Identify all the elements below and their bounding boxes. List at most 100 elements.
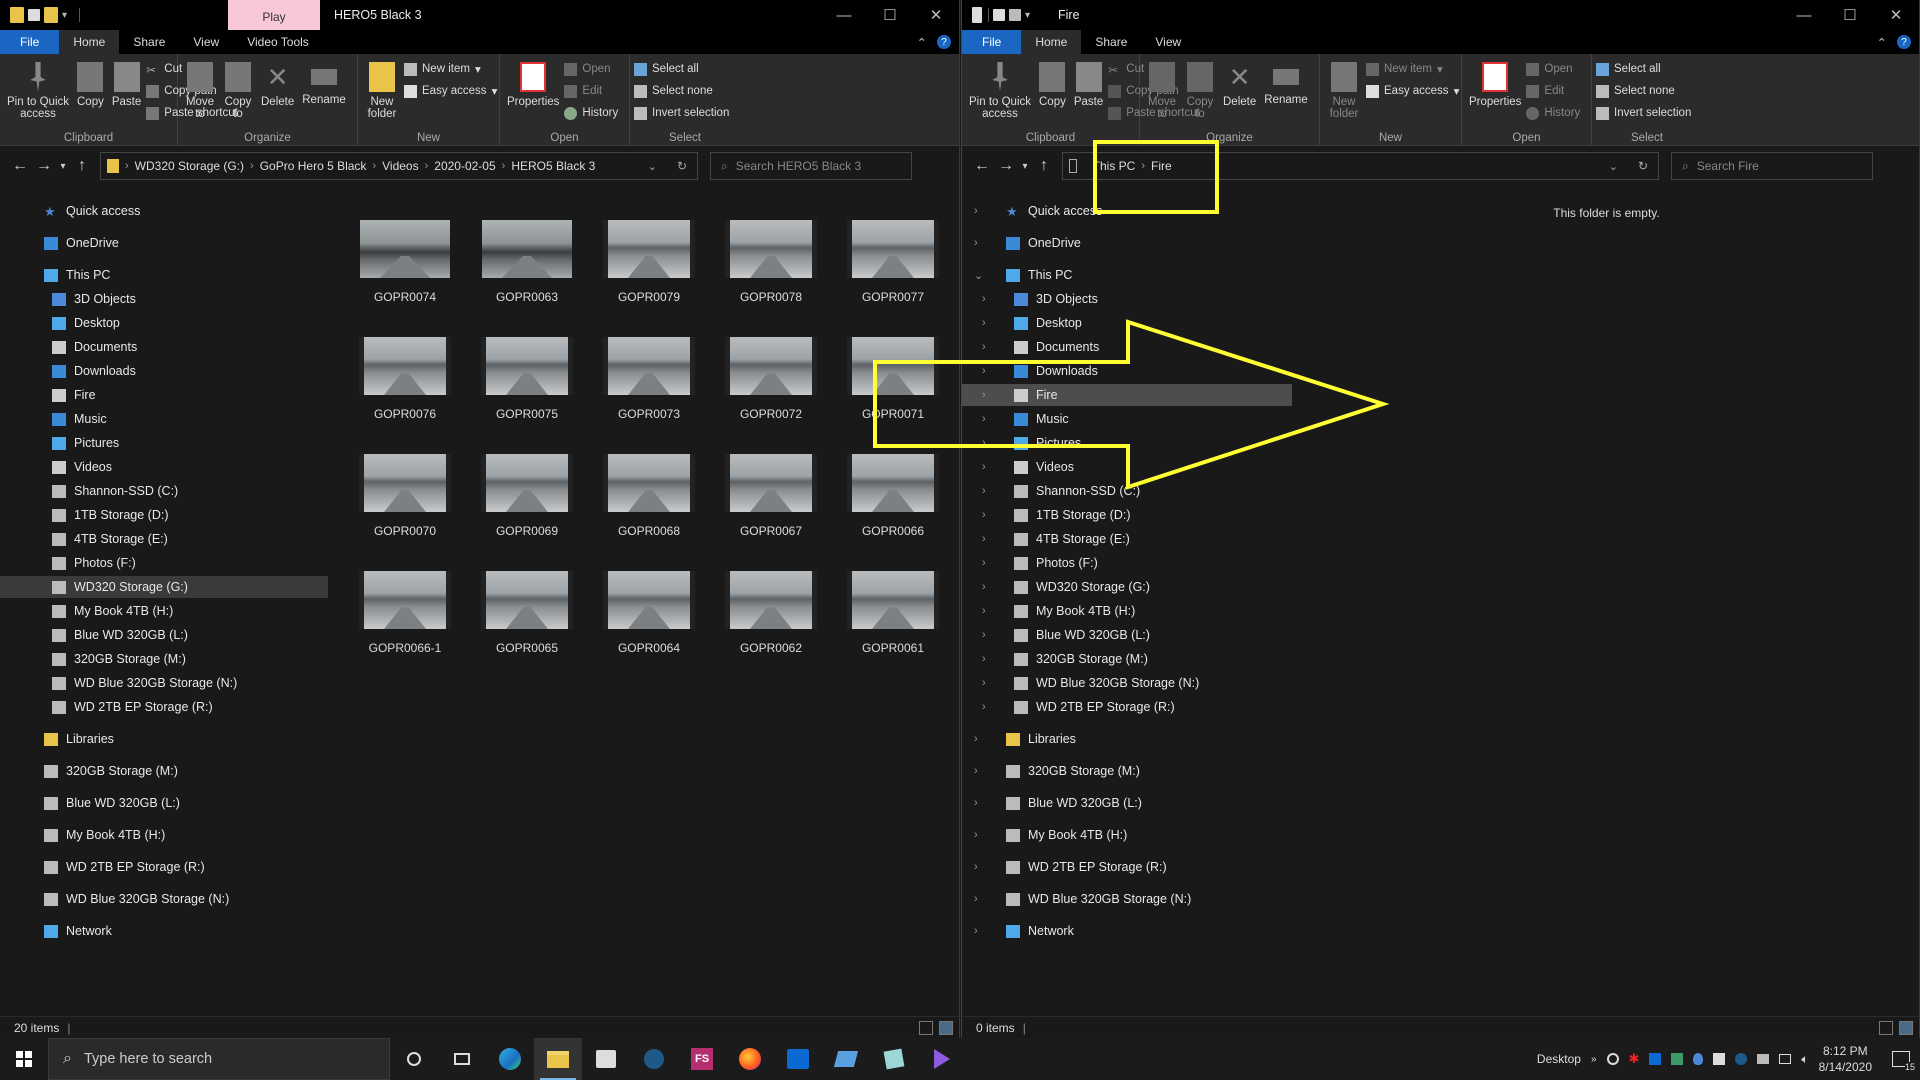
new-folder-icon[interactable] [44,7,58,23]
chevron-right-icon[interactable]: › [974,829,978,841]
nav-this-pc[interactable]: This PC [0,264,328,286]
nav-drive[interactable]: › 320GB Storage (M:) [962,760,1292,782]
chevron-right-icon[interactable]: › [982,629,986,641]
nav-item[interactable]: Pictures [0,432,328,454]
nav-item[interactable]: › WD Blue 320GB Storage (N:) [962,672,1292,694]
file-item[interactable]: GOPR0078 [716,220,826,330]
chevron-right-icon[interactable]: › [982,389,986,401]
play-contextual-tab[interactable]: Play [228,0,320,30]
invert-selection-button[interactable]: Invert selection [1596,104,1691,122]
nav-item[interactable]: › My Book 4TB (H:) [962,600,1292,622]
nav-item[interactable]: › Photos (F:) [962,552,1292,574]
chevron-right-icon[interactable]: › [982,437,986,449]
chevron-right-icon[interactable]: › [974,797,978,809]
chevron-right-icon[interactable]: › [982,461,986,473]
nav-network[interactable]: Network [0,920,328,942]
open-button[interactable]: Open [1526,60,1580,78]
nav-item[interactable]: WD320 Storage (G:) [0,576,328,598]
nav-drive[interactable]: › Blue WD 320GB (L:) [962,792,1292,814]
nav-network[interactable]: › Network [962,920,1292,942]
chevron-right-icon[interactable]: › [974,765,978,777]
refresh-icon[interactable]: ↻ [1624,159,1658,173]
chevron-right-icon[interactable]: › [982,533,986,545]
nav-quick-access[interactable]: › ★ Quick access [962,200,1292,222]
open-button[interactable]: Open [564,60,618,78]
edit-button[interactable]: Edit [1526,82,1580,100]
back-icon[interactable]: ← [8,157,32,175]
nav-item[interactable]: › Documents [962,336,1292,358]
tab-share[interactable]: Share [119,30,179,54]
tab-view[interactable]: View [179,30,233,54]
collapse-ribbon-icon[interactable]: ⌃ [1877,35,1887,50]
nav-item[interactable]: › 4TB Storage (E:) [962,528,1292,550]
properties-icon[interactable] [993,9,1005,21]
app-launcher[interactable] [822,1038,870,1080]
new-folder-icon[interactable] [1009,9,1021,21]
up-icon[interactable]: ↑ [70,157,94,175]
back-icon[interactable]: ← [970,157,994,175]
details-view-icon[interactable] [1879,1020,1893,1035]
history-button[interactable]: History [564,104,618,122]
nav-item[interactable]: WD 2TB EP Storage (R:) [0,696,328,718]
display-icon[interactable] [1779,1054,1792,1064]
chevron-down-icon[interactable]: ⌄ [648,160,657,173]
cortana-button[interactable] [390,1038,438,1080]
tray-app-icon[interactable] [1606,1053,1619,1065]
nav-item[interactable]: WD Blue 320GB Storage (N:) [0,672,328,694]
tray-app-icon[interactable] [1713,1053,1726,1065]
file-item[interactable]: GOPR0077 [838,220,948,330]
shield-icon[interactable] [1693,1053,1704,1065]
outlook-tray-icon[interactable] [1649,1053,1662,1065]
tab-file[interactable]: File [962,30,1022,54]
select-all-button[interactable]: Select all [1596,60,1691,78]
forward-icon[interactable]: → [994,157,1018,175]
details-view-icon[interactable] [919,1020,933,1035]
notes-app[interactable] [870,1038,918,1080]
file-item[interactable]: GOPR0061 [838,571,948,681]
steam-app[interactable] [630,1038,678,1080]
notification-center-icon[interactable]: 15 [1892,1051,1915,1072]
nav-item[interactable]: › 1TB Storage (D:) [962,504,1292,526]
chevron-right-icon[interactable]: › [974,733,978,745]
large-icons-view-icon[interactable] [1899,1020,1913,1035]
chevron-right-icon[interactable]: › [982,341,986,353]
nav-item[interactable]: › Music [962,408,1292,430]
file-item[interactable]: GOPR0066 [838,454,948,564]
nav-drive[interactable]: My Book 4TB (H:) [0,824,328,846]
nav-item[interactable]: › Videos [962,456,1292,478]
start-button[interactable] [0,1038,48,1080]
search-box[interactable]: ⌕ Search Fire [1671,152,1873,180]
network-icon[interactable] [1757,1054,1770,1064]
chevron-right-icon[interactable]: › [974,925,978,937]
select-all-button[interactable]: Select all [634,60,729,78]
store-app[interactable] [582,1038,630,1080]
breadcrumb-item[interactable]: This PC [1093,159,1136,173]
up-icon[interactable]: ↑ [1032,157,1056,175]
customize-qat-icon[interactable]: ▾ [1025,10,1030,21]
tab-video-tools[interactable]: Video Tools [233,30,323,54]
firefox-app[interactable] [726,1038,774,1080]
chevron-right-icon[interactable]: › [982,293,986,305]
file-explorer-app[interactable] [534,1038,582,1080]
nav-item[interactable]: Blue WD 320GB (L:) [0,624,328,646]
file-item[interactable]: GOPR0076 [350,337,460,447]
nav-item[interactable]: Videos [0,456,328,478]
file-item[interactable]: GOPR0062 [716,571,826,681]
recent-locations-icon[interactable]: ▾ [56,161,70,172]
taskbar-search-input[interactable]: Type here to search [84,1051,212,1067]
nav-libraries[interactable]: Libraries [0,728,328,750]
chevron-down-icon[interactable]: ⌄ [1609,160,1618,173]
file-item[interactable]: GOPR0070 [350,454,460,564]
help-icon[interactable]: ? [1897,35,1911,49]
tab-view[interactable]: View [1141,30,1195,54]
nav-item[interactable]: Fire [0,384,328,406]
media-app[interactable] [918,1038,966,1080]
nav-item[interactable]: 1TB Storage (D:) [0,504,328,526]
close-icon[interactable]: ✕ [913,0,959,30]
fs-app[interactable]: FS [678,1038,726,1080]
toolbar-overflow-icon[interactable]: » [1591,1054,1597,1065]
nav-drive[interactable]: › WD Blue 320GB Storage (N:) [962,888,1292,910]
chevron-right-icon[interactable]: › [982,653,986,665]
outlook-app[interactable] [774,1038,822,1080]
nav-item[interactable]: 3D Objects [0,288,328,310]
